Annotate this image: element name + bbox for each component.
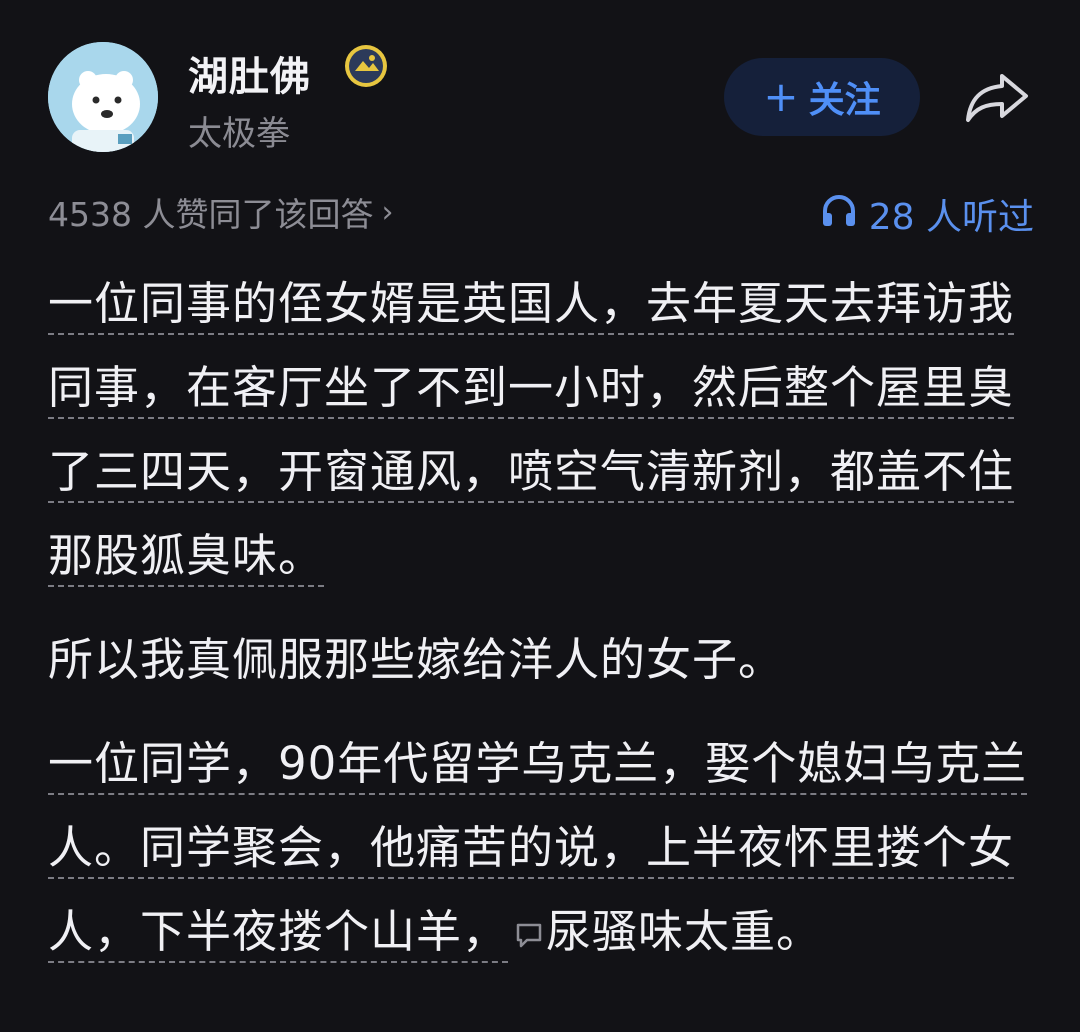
- chevron-right-icon: ›: [381, 194, 394, 230]
- comment-bubble-icon[interactable]: [514, 892, 544, 948]
- listens-text: 28 人听过: [868, 197, 1034, 238]
- answer-header: 湖肚佛 太极拳 + 关注: [0, 0, 1080, 170]
- paragraph-2: 所以我真佩服那些嫁给洋人的女子。: [48, 618, 1038, 702]
- answer-stats: 4538 人赞同了该回答 › 28 人听过: [48, 188, 1034, 240]
- share-arrow-icon[interactable]: [962, 70, 1032, 126]
- paragraph-3: 一位同学，90年代留学乌克兰，娶个媳妇乌克兰人。同学聚会，他痛苦的说，上半夜怀里…: [48, 722, 1038, 974]
- approvals-link[interactable]: 4538 人赞同了该回答 ›: [48, 188, 393, 236]
- listens-info[interactable]: 28 人听过: [821, 188, 1034, 240]
- paragraph-1-text: 一位同事的侄女婿是英国人，去年夏天去拜访我同事，在客厅坐了不到一小时，然后整个屋…: [48, 277, 1015, 582]
- paragraph-1: 一位同事的侄女婿是英国人，去年夏天去拜访我同事，在客厅坐了不到一小时，然后整个屋…: [48, 262, 1038, 598]
- follow-button-label: 关注: [808, 80, 881, 121]
- plus-icon: +: [763, 72, 799, 121]
- author-subtitle: 太极拳: [188, 114, 290, 154]
- paragraph-2-text: 所以我真佩服那些嫁给洋人的女子。: [48, 633, 785, 686]
- polar-bear-avatar-icon: [48, 42, 158, 152]
- medal-badge-icon: [343, 43, 389, 89]
- approvals-text: 4538 人赞同了该回答: [48, 195, 374, 234]
- headphones-icon: [821, 193, 857, 236]
- paragraph-3-tail-text: 尿骚味太重。: [546, 905, 823, 958]
- author-avatar[interactable]: [48, 42, 158, 152]
- author-name[interactable]: 湖肚佛: [188, 44, 311, 102]
- answer-content: 一位同事的侄女婿是英国人，去年夏天去拜访我同事，在客厅坐了不到一小时，然后整个屋…: [48, 262, 1038, 994]
- follow-button[interactable]: + 关注: [724, 58, 920, 136]
